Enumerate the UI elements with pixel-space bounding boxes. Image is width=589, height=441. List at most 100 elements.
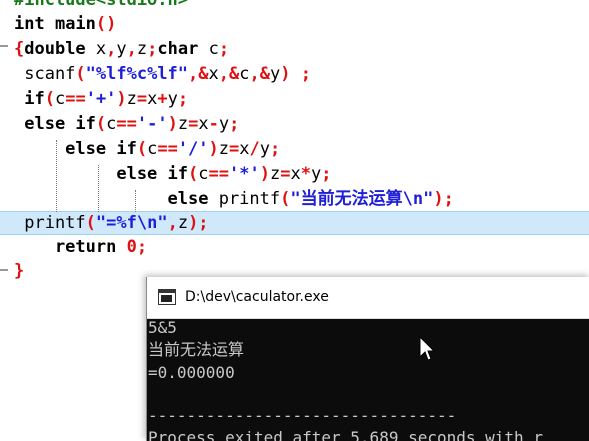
code-token: else	[14, 189, 219, 209]
code-token: z	[136, 39, 148, 59]
code-token: x	[239, 139, 250, 159]
code-token: c	[147, 139, 158, 159]
code-token: c	[239, 64, 250, 84]
code-token: ==	[65, 89, 86, 109]
console-line: Process exited after 5.689 seconds with …	[148, 428, 543, 441]
code-token: );	[433, 189, 454, 209]
code-token: ,&	[218, 64, 240, 84]
code-token: )	[208, 139, 219, 159]
code-token: ==	[157, 139, 178, 159]
console-window[interactable]: D:\dev\caculator.exe 5&5 当前无法运算 =0.000000 -…	[146, 277, 589, 441]
code-token: ;	[321, 164, 332, 184]
code-token: else if	[14, 139, 137, 159]
code-line-else-printf[interactable]: else printf("当前无法运算\n");	[0, 187, 589, 211]
code-token: (	[95, 114, 107, 134]
code-token: '/'	[177, 139, 209, 159]
code-token: printf	[14, 213, 86, 233]
code-token: ;	[270, 139, 281, 159]
code-token: "=%f\n"	[95, 213, 168, 233]
code-token: ;	[218, 39, 230, 59]
code-token: (	[136, 139, 148, 159]
indent-guide	[135, 190, 136, 212]
code-token: y	[310, 164, 322, 184]
indent-guide	[56, 140, 57, 212]
code-line-printf[interactable]: printf("=%f\n",z);	[0, 211, 589, 235]
console-line: =0.000000	[148, 363, 235, 382]
code-token: ;	[147, 39, 158, 59]
code-token: main	[44, 14, 96, 34]
code-token: =	[229, 139, 240, 159]
code-line-decl[interactable]: {double x,y,z;char c;	[0, 37, 589, 61]
code-token: =	[188, 114, 199, 134]
code-token: "当前无法运算\n"	[290, 189, 434, 209]
console-titlebar[interactable]: D:\dev\caculator.exe	[147, 277, 589, 319]
code-line-if-div[interactable]: else if(c=='/')z=x/y;	[0, 137, 589, 161]
code-token: =	[136, 89, 148, 109]
code-token: ,	[106, 39, 117, 59]
code-line-include[interactable]: #include<stdio.h>	[0, 0, 589, 12]
fold-marker[interactable]	[0, 269, 8, 271]
code-token: double	[24, 39, 86, 59]
code-token: y	[116, 39, 127, 59]
console-output: 5&5 当前无法运算 =0.000000 ----------------------…	[147, 318, 589, 441]
code-token: y	[218, 114, 230, 134]
code-token: (	[44, 89, 55, 109]
code-token: );	[188, 213, 209, 233]
code-token: ==	[116, 114, 137, 134]
console-line: 当前无法运算	[148, 340, 245, 359]
code-line-main[interactable]: int main()	[0, 12, 589, 36]
code-token: '+'	[85, 89, 117, 109]
console-app-icon	[158, 289, 176, 305]
fold-marker[interactable]	[0, 45, 8, 47]
code-token: c	[106, 114, 117, 134]
code-token: else if	[14, 164, 188, 184]
code-token: z	[218, 139, 230, 159]
code-token: x	[208, 64, 219, 84]
code-token: c	[54, 89, 66, 109]
code-token: )	[259, 164, 270, 184]
code-token: z	[177, 114, 189, 134]
console-title: D:\dev\caculator.exe	[185, 289, 329, 305]
code-token: }	[14, 261, 25, 281]
code-token: ()	[95, 14, 117, 34]
code-token: ,	[126, 39, 137, 59]
code-token: "%lf%c%lf"	[85, 64, 189, 84]
code-token: printf	[218, 189, 281, 209]
code-token: y	[167, 89, 178, 109]
code-token: /	[249, 139, 260, 159]
code-token: if	[14, 89, 45, 109]
code-token: ==	[208, 164, 229, 184]
code-token: x	[198, 114, 209, 134]
code-token: )	[167, 114, 178, 134]
code-token: +	[157, 89, 168, 109]
code-token: (	[188, 164, 199, 184]
code-line-scanf[interactable]: scanf("%lf%c%lf",&x,&c,&y) ;	[0, 62, 589, 86]
code-token: (	[280, 189, 291, 209]
code-token: ,	[167, 213, 178, 233]
code-token: ) ;	[280, 64, 311, 84]
code-token: int	[14, 14, 45, 34]
code-token: (	[75, 64, 86, 84]
code-token: ,&	[188, 64, 209, 84]
code-line-if-add[interactable]: if(c=='+')z=x+y;	[0, 87, 589, 111]
code-line-if-sub[interactable]: else if(c=='-')z=x-y;	[0, 112, 589, 136]
code-token: c	[198, 39, 219, 59]
code-token: char	[157, 39, 199, 59]
code-token: z	[126, 89, 137, 109]
code-token: )	[116, 89, 127, 109]
code-token: '*'	[228, 164, 260, 184]
code-token: -	[208, 114, 219, 134]
code-token: =	[280, 164, 291, 184]
code-token: 0	[126, 237, 137, 257]
code-token: {	[14, 39, 25, 59]
code-token: x	[147, 89, 158, 109]
code-token: z	[269, 164, 281, 184]
code-token: else if	[14, 114, 96, 134]
code-line-return[interactable]: return 0;	[0, 235, 589, 259]
code-token: ;	[136, 237, 148, 257]
code-token: z	[177, 213, 189, 233]
code-line-if-mul[interactable]: else if(c=='*')z=x*y;	[0, 162, 589, 186]
indent-guide	[98, 165, 99, 212]
code-token: ;	[177, 89, 189, 109]
console-line: --------------------------------	[148, 406, 457, 425]
